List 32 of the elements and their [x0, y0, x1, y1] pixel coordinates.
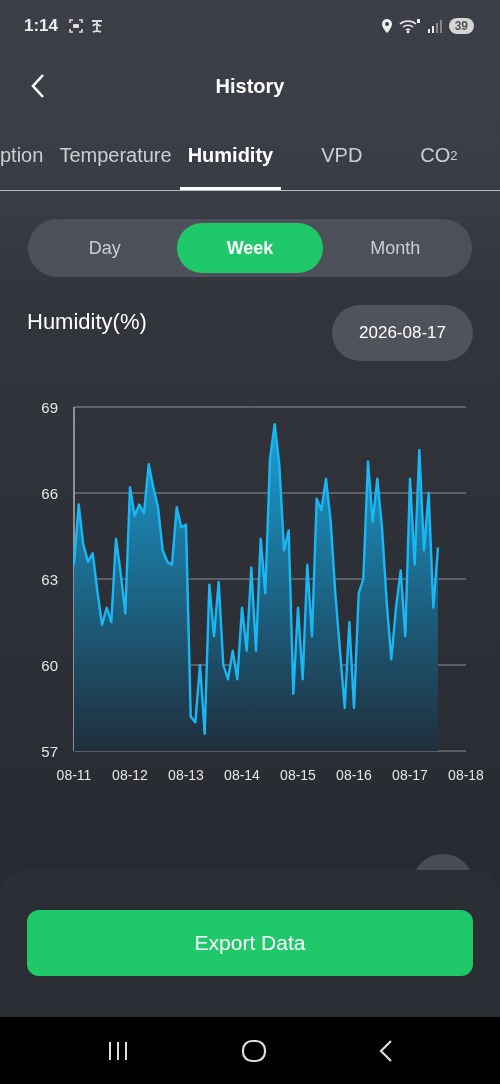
wifi-icon	[398, 18, 421, 34]
tab[interactable]: ption	[0, 120, 52, 190]
tab[interactable]: VPD	[281, 120, 403, 190]
x-tick-label: 08-18	[448, 767, 484, 783]
x-tick-label: 08-16	[336, 767, 372, 783]
back-nav-icon[interactable]	[378, 1038, 395, 1063]
x-tick-label: 08-11	[56, 767, 92, 783]
x-tick-label: 08-14	[224, 767, 260, 783]
page-title: History	[215, 74, 285, 98]
tab[interactable]: Humidity	[179, 120, 282, 190]
battery-level: 39	[448, 18, 474, 34]
x-tick-label: 08-12	[112, 767, 148, 783]
screenshot-icon	[68, 18, 85, 34]
y-tick-label: 57	[41, 743, 58, 760]
home-icon[interactable]	[241, 1038, 267, 1063]
x-tick-label: 08-17	[392, 767, 428, 783]
y-tick-label: 66	[41, 485, 58, 502]
y-tick-label: 60	[41, 657, 58, 674]
y-tick-label: 69	[41, 399, 58, 416]
period-tab[interactable]: Day	[32, 223, 178, 273]
tab[interactable]: Temperature	[51, 120, 180, 190]
x-tick-label: 08-15	[280, 767, 316, 783]
location-icon	[380, 18, 393, 34]
y-tick-label: 63	[41, 571, 58, 588]
chart-title: Humidity(%)	[27, 309, 147, 335]
status-time: 1:14	[24, 16, 59, 36]
date-button[interactable]: 2026-08-17	[332, 305, 473, 361]
news-icon	[90, 18, 105, 34]
back-icon[interactable]	[30, 73, 46, 99]
signal-icon	[426, 19, 443, 33]
period-tab[interactable]: Month	[322, 223, 468, 273]
x-tick-label: 08-13	[168, 767, 204, 783]
